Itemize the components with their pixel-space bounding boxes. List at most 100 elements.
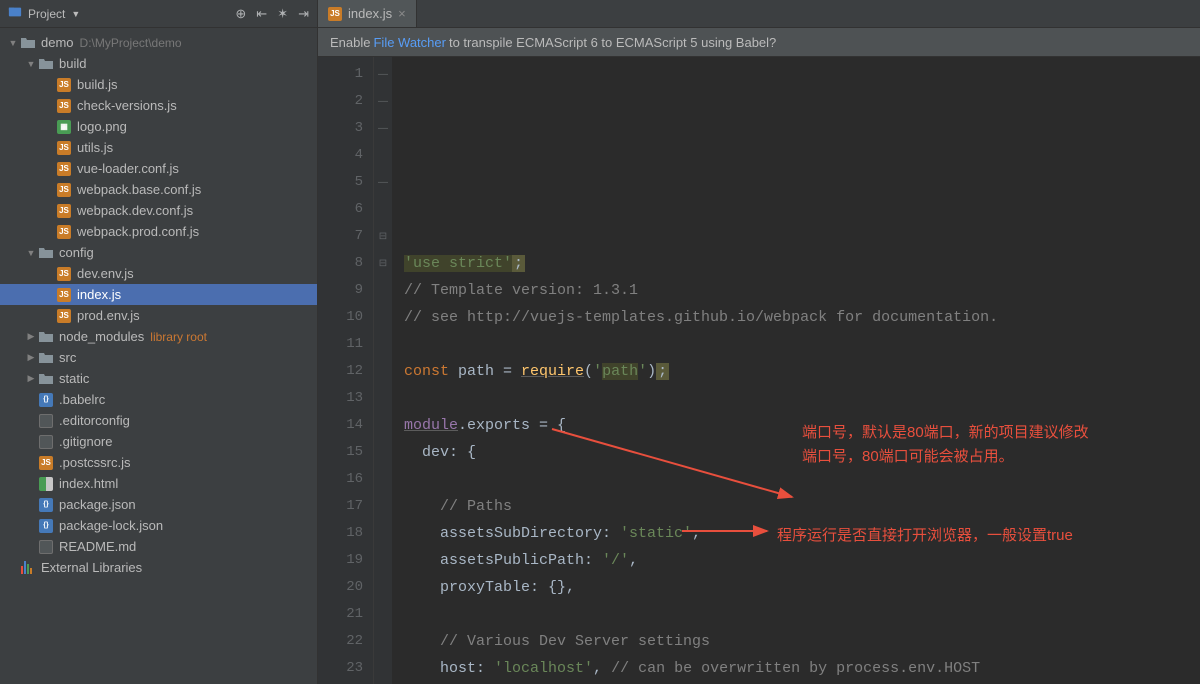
code-line[interactable]: module.exports = { [404,412,1200,439]
code-line[interactable]: // see http://vuejs-templates.github.io/… [404,304,1200,331]
tree-item[interactable]: JSwebpack.dev.conf.js [0,200,317,221]
fold-marker[interactable] [374,655,392,682]
code-line[interactable]: assetsSubDirectory: 'static', [404,520,1200,547]
line-number[interactable]: 3 [318,115,363,142]
fold-marker[interactable]: — [374,88,392,115]
fold-marker[interactable] [374,385,392,412]
fold-marker[interactable]: — [374,61,392,88]
line-number[interactable]: 21 [318,601,363,628]
tab-index-js[interactable]: JS index.js × [318,0,417,27]
tree-item[interactable]: .gitignore [0,431,317,452]
line-number-gutter[interactable]: 1234567891011121314151617181920212223 [318,57,374,684]
fold-marker[interactable] [374,277,392,304]
close-icon[interactable]: × [398,6,406,21]
fold-marker[interactable] [374,547,392,574]
tree-item[interactable]: JSdev.env.js [0,263,317,284]
fold-marker[interactable] [374,412,392,439]
line-number[interactable]: 18 [318,520,363,547]
line-number[interactable]: 7 [318,223,363,250]
code-content[interactable]: 端口号，默认是80端口，新的项目建议修改 端口号，80端口可能会被占用。 程序运… [392,57,1200,684]
code-line[interactable]: // Various Dev Server settings [404,628,1200,655]
tree-item[interactable]: ▶node_moduleslibrary root [0,326,317,347]
tree-item[interactable]: JSwebpack.prod.conf.js [0,221,317,242]
line-number[interactable]: 10 [318,304,363,331]
tree-item[interactable]: JScheck-versions.js [0,95,317,116]
fold-marker[interactable] [374,466,392,493]
fold-marker[interactable] [374,331,392,358]
fold-marker[interactable] [374,493,392,520]
tree-item[interactable]: .editorconfig [0,410,317,431]
line-number[interactable]: 17 [318,493,363,520]
hide-icon[interactable]: ⇥ [298,6,309,22]
line-number[interactable]: 9 [318,277,363,304]
expand-arrow-icon[interactable]: ▼ [6,38,20,48]
code-line[interactable]: host: 'localhost', // can be overwritten… [404,655,1200,682]
code-line[interactable] [404,466,1200,493]
code-line[interactable]: // Paths [404,493,1200,520]
tree-item[interactable]: JS.postcssrc.js [0,452,317,473]
line-number[interactable]: 8 [318,250,363,277]
line-number[interactable]: 19 [318,547,363,574]
fold-marker[interactable] [374,196,392,223]
project-tree[interactable]: ▼demoD:\MyProject\demo▼buildJSbuild.jsJS… [0,28,317,684]
line-number[interactable]: 16 [318,466,363,493]
line-number[interactable]: 11 [318,331,363,358]
tree-item[interactable]: {}.babelrc [0,389,317,410]
line-number[interactable]: 15 [318,439,363,466]
tree-item[interactable]: JSbuild.js [0,74,317,95]
tree-item[interactable]: {}package.json [0,494,317,515]
fold-marker[interactable]: ⊟ [374,250,392,277]
fold-marker[interactable] [374,520,392,547]
target-icon[interactable]: ⊕ [235,6,246,22]
code-line[interactable]: // Template version: 1.3.1 [404,277,1200,304]
tree-item[interactable]: index.html [0,473,317,494]
line-number[interactable]: 6 [318,196,363,223]
file-watcher-link[interactable]: File Watcher [373,35,445,50]
fold-marker[interactable]: — [374,115,392,142]
expand-arrow-icon[interactable]: ▼ [24,59,38,69]
line-number[interactable]: 5 [318,169,363,196]
fold-marker[interactable] [374,358,392,385]
line-number[interactable]: 14 [318,412,363,439]
line-number[interactable]: 13 [318,385,363,412]
fold-marker[interactable] [374,574,392,601]
code-line[interactable]: dev: { [404,439,1200,466]
tree-item[interactable]: ▶static [0,368,317,389]
tree-item[interactable]: JSindex.js [0,284,317,305]
fold-marker[interactable] [374,439,392,466]
fold-marker[interactable]: ⊟ [374,223,392,250]
fold-marker[interactable]: — [374,169,392,196]
tree-item[interactable]: JSutils.js [0,137,317,158]
fold-marker[interactable] [374,142,392,169]
tree-item[interactable]: External Libraries [0,557,317,578]
line-number[interactable]: 2 [318,88,363,115]
line-number[interactable]: 22 [318,628,363,655]
tree-item[interactable]: ▼demoD:\MyProject\demo [0,32,317,53]
line-number[interactable]: 4 [318,142,363,169]
line-number[interactable]: 1 [318,61,363,88]
line-number[interactable]: 20 [318,574,363,601]
expand-arrow-icon[interactable]: ▶ [24,373,38,384]
expand-arrow-icon[interactable]: ▼ [24,248,38,258]
fold-marker[interactable] [374,304,392,331]
code-line[interactable]: 'use strict'; [404,250,1200,277]
tree-item[interactable]: ▼build [0,53,317,74]
line-number[interactable]: 23 [318,655,363,682]
tree-item[interactable]: README.md [0,536,317,557]
code-line[interactable]: assetsPublicPath: '/', [404,547,1200,574]
fold-column[interactable]: ————⊟⊟ [374,57,392,684]
fold-marker[interactable] [374,601,392,628]
gear-icon[interactable]: ✶ [277,6,288,22]
code-line[interactable] [404,385,1200,412]
tree-item[interactable]: ▶src [0,347,317,368]
tree-item[interactable]: JSwebpack.base.conf.js [0,179,317,200]
tree-item[interactable]: {}package-lock.json [0,515,317,536]
code-line[interactable]: proxyTable: {}, [404,574,1200,601]
dropdown-arrow-icon[interactable]: ▼ [71,9,80,19]
fold-marker[interactable] [374,628,392,655]
expand-arrow-icon[interactable]: ▶ [24,331,38,342]
expand-arrow-icon[interactable]: ▶ [24,352,38,363]
tree-item[interactable]: JSprod.env.js [0,305,317,326]
tree-item[interactable]: ▦logo.png [0,116,317,137]
line-number[interactable]: 12 [318,358,363,385]
